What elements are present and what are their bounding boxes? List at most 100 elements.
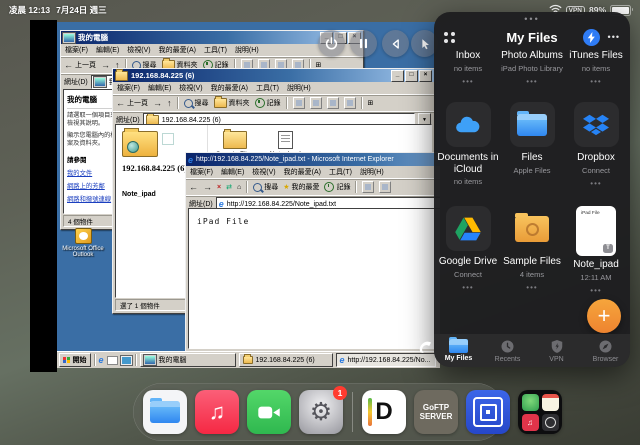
item-more-button[interactable]: ••• <box>526 77 537 86</box>
dock-facetime-app[interactable] <box>247 390 291 434</box>
dock-documents-app[interactable]: D <box>362 390 406 434</box>
tab-browser[interactable]: Browser <box>581 339 630 363</box>
panel-item-photo-albums[interactable]: Photo Albums iPad Photo Library ••• <box>500 50 564 86</box>
move-to-button[interactable] <box>293 97 305 109</box>
dock-goftp-app[interactable]: GoFTP SERVER <box>414 390 458 434</box>
item-more-button[interactable]: ••• <box>462 77 473 86</box>
item-name: Inbox <box>456 50 480 62</box>
panel-more-button[interactable]: ••• <box>608 32 620 42</box>
panel-item-dropbox[interactable]: Dropbox Connect ••• <box>564 102 628 190</box>
folders-button[interactable]: 資料夾 <box>214 98 250 108</box>
views-button[interactable]: ⊞ <box>368 99 374 107</box>
menu-tools[interactable]: 工具(T) <box>204 45 227 55</box>
add-button[interactable]: + <box>587 299 621 333</box>
up-button[interactable]: ↑ <box>167 99 172 108</box>
item-more-button[interactable]: ••• <box>590 77 601 86</box>
dock-app-folder[interactable]: ♫ <box>518 390 562 434</box>
refresh-button[interactable]: ⇄ <box>226 183 232 191</box>
close-button[interactable]: × <box>419 70 432 82</box>
dock-settings-app[interactable]: ⚙ 1 <box>299 390 343 434</box>
menu-edit[interactable]: 編輯(E) <box>96 45 119 55</box>
window-internet-explorer[interactable]: e http://192.168.84.225/Note_ipad.txt - … <box>185 152 440 352</box>
menu-help[interactable]: 說明(H) <box>287 83 311 93</box>
panel-item-sample-files[interactable]: Sample Files 4 items ••• <box>500 206 564 295</box>
titlebar[interactable]: e http://192.168.84.225/Note_ipad.txt - … <box>186 153 440 166</box>
menu-edit[interactable]: 編輯(E) <box>221 167 244 177</box>
search-button[interactable]: 搜尋 <box>253 182 278 192</box>
power-button[interactable] <box>318 30 345 57</box>
back-button[interactable]: ← <box>189 183 198 192</box>
forward-button[interactable]: → <box>203 183 212 192</box>
tab-my-files[interactable]: My Files <box>434 339 483 362</box>
item-more-button[interactable]: ••• <box>590 286 601 295</box>
menu-help[interactable]: 說明(H) <box>235 45 259 55</box>
back-button[interactable]: ←上一頁 <box>64 60 96 70</box>
forward-button[interactable]: → <box>153 99 162 108</box>
browser-page[interactable]: iPad File <box>188 208 440 349</box>
menu-view[interactable]: 檢視(V) <box>252 167 275 177</box>
panel-item-icloud-documents[interactable]: Documents in iCloud no items <box>436 102 500 190</box>
forward-button[interactable]: → <box>101 61 110 70</box>
panel-item-note-ipad[interactable]: iPad File T Note_ipad 12:11 AM ••• <box>564 206 628 295</box>
print-button[interactable] <box>379 181 391 193</box>
menu-favorites[interactable]: 我的最愛(A) <box>159 45 196 55</box>
task-my-computer[interactable]: 我的電腦 <box>140 353 236 367</box>
menu-file[interactable]: 檔案(F) <box>65 45 88 55</box>
panel-item-inbox[interactable]: Inbox no items ••• <box>436 50 500 86</box>
task-server-folder[interactable]: 192.168.84.225 (6) <box>239 353 333 367</box>
menu-file[interactable]: 檔案(F) <box>190 167 213 177</box>
undo-button[interactable] <box>344 97 356 109</box>
dock-music-app[interactable]: ♫ <box>195 390 239 434</box>
minimize-button[interactable]: _ <box>391 70 404 82</box>
back-icon: ← <box>189 183 198 192</box>
grid-view-button[interactable] <box>444 32 455 43</box>
menu-favorites[interactable]: 我的最愛(A) <box>211 83 248 93</box>
panel-item-apple-files[interactable]: Files Apple Files <box>500 102 564 190</box>
back-button[interactable]: ←上一頁 <box>116 98 148 108</box>
favorites-button[interactable]: ★我的最愛 <box>283 182 319 192</box>
menu-tools[interactable]: 工具(T) <box>329 167 352 177</box>
item-subtitle: 4 items <box>520 270 544 279</box>
history-button[interactable]: 記錄 <box>324 182 350 192</box>
menu-help[interactable]: 說明(H) <box>360 167 384 177</box>
panel-item-itunes-files[interactable]: iTunes Files no items ••• <box>564 50 628 86</box>
tab-recents[interactable]: Recents <box>483 339 532 363</box>
maximize-button[interactable]: □ <box>405 70 418 82</box>
show-desktop-icon[interactable] <box>121 356 132 365</box>
taskbar-separator <box>135 354 137 366</box>
remote-desktop[interactable]: 我的電腦 _ □ × 檔案(F) 編輯(E) 檢視(V) 我的最愛(A) 工具(… <box>57 22 440 368</box>
tab-vpn[interactable]: VPN <box>532 339 581 363</box>
history-button[interactable]: 記錄 <box>255 98 281 108</box>
drag-handle[interactable]: ••• <box>434 14 630 24</box>
copy-to-button[interactable] <box>310 97 322 109</box>
home-button[interactable]: ⌂ <box>237 184 241 191</box>
menu-file[interactable]: 檔案(F) <box>117 83 140 93</box>
item-more-button[interactable]: ••• <box>590 179 601 188</box>
mail-quicklaunch-icon[interactable] <box>107 356 118 365</box>
ie-icon: e <box>219 200 224 208</box>
toolbar-separator <box>286 97 288 109</box>
delete-button[interactable] <box>327 97 339 109</box>
menu-edit[interactable]: 編輯(E) <box>148 83 171 93</box>
menu-view[interactable]: 檢視(V) <box>179 83 202 93</box>
panel-header: My Files ••• <box>444 25 620 49</box>
stop-button[interactable]: × <box>217 184 221 191</box>
menu-view[interactable]: 檢視(V) <box>127 45 150 55</box>
menu-tools[interactable]: 工具(T) <box>256 83 279 93</box>
dock-squares-app[interactable] <box>466 390 510 434</box>
back-nav-button[interactable] <box>382 30 409 57</box>
item-more-button[interactable]: ••• <box>526 283 537 292</box>
panel-item-google-drive[interactable]: Google Drive Connect ••• <box>436 206 500 295</box>
desktop-icon-outlook[interactable]: Microsoft Office Outlook <box>59 228 107 258</box>
start-button[interactable]: 開始 <box>59 353 91 367</box>
menu-favorites[interactable]: 我的最愛(A) <box>284 167 321 177</box>
dock-files-app[interactable] <box>143 390 187 434</box>
titlebar[interactable]: 192.168.84.225 (6) _ □ × <box>113 69 434 82</box>
connection-button[interactable] <box>583 29 600 46</box>
item-more-button[interactable]: ••• <box>462 283 473 292</box>
pause-button[interactable] <box>350 30 377 57</box>
search-button[interactable]: 搜尋 <box>184 98 209 108</box>
mail-button[interactable] <box>362 181 374 193</box>
ie-quicklaunch-icon[interactable]: e <box>99 356 104 364</box>
item-subtitle: Apple Files <box>513 166 550 175</box>
